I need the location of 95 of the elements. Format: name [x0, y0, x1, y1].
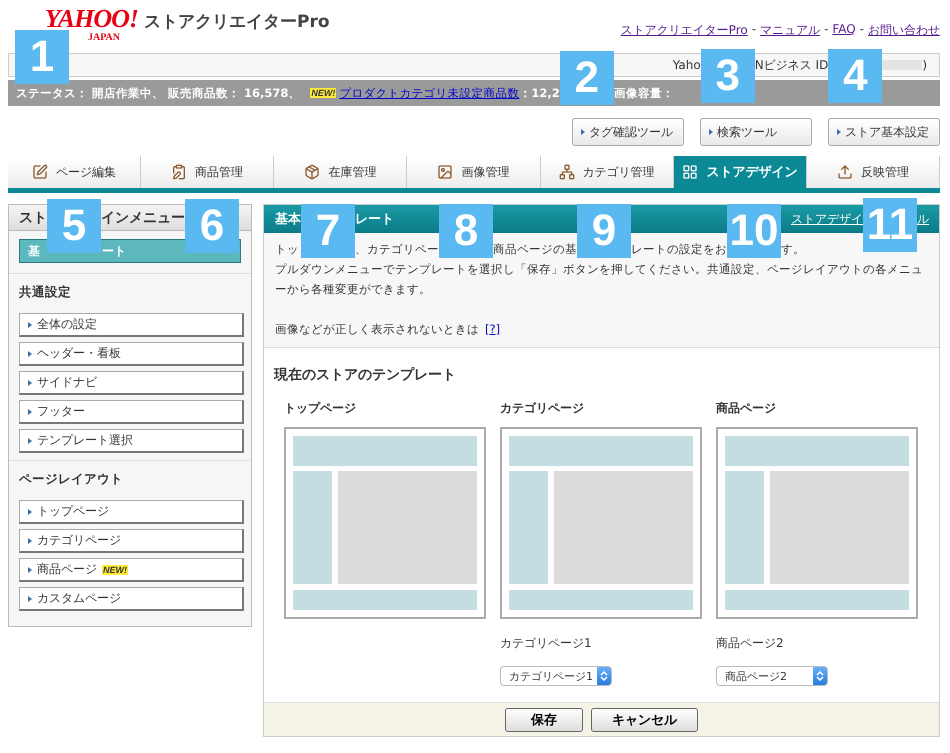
tool-button[interactable]: 検索ツール: [700, 118, 812, 146]
sidebar-item[interactable]: カテゴリページ: [19, 529, 244, 553]
link-separator: -: [752, 22, 756, 38]
nav-tab[interactable]: カテゴリ管理: [540, 156, 674, 188]
blurred-id: [882, 60, 922, 70]
sidebar-item[interactable]: トップページ: [19, 500, 244, 524]
header-link[interactable]: FAQ: [832, 22, 856, 39]
callout-number: 8: [439, 204, 493, 258]
intro-text: レートの設定をお: [631, 241, 727, 258]
triangle-icon: [28, 538, 32, 544]
header-link[interactable]: マニュアル: [760, 22, 820, 39]
account-text: Yaho: [672, 58, 701, 72]
callout-number: 11: [863, 198, 917, 252]
sidebar-item[interactable]: カスタムページ: [19, 587, 244, 611]
callout-number: 9: [577, 204, 631, 258]
triangle-icon: [28, 566, 32, 572]
nav-tab[interactable]: ストアデザイン: [674, 156, 807, 188]
template-label: 商品ページ: [716, 400, 777, 417]
header-link[interactable]: お問い合わせ: [868, 22, 940, 39]
triangle-icon: [28, 350, 32, 356]
nav-tab[interactable]: 在庫管理: [274, 156, 408, 188]
manual-link[interactable]: ル: [917, 210, 929, 228]
tool-button[interactable]: ストア基本設定: [828, 118, 940, 146]
manual-link[interactable]: ストアデザイ: [791, 210, 863, 228]
account-text: ): [922, 58, 927, 72]
tab-icon: [171, 164, 188, 180]
status-link[interactable]: プロダクトカテゴリ未設定商品数: [339, 86, 520, 100]
sidebar-title: インメニュー: [101, 208, 185, 226]
triangle-icon: [28, 438, 32, 444]
intro-text: トッ: [275, 241, 300, 258]
intro-text: 、カテゴリペー: [355, 241, 439, 258]
panel-title: 基本: [275, 211, 301, 228]
form-button[interactable]: 保存: [505, 708, 583, 732]
tab-icon: [682, 164, 698, 180]
help-link[interactable]: [?]: [485, 319, 500, 339]
section-heading: 現在のストアのテンプレート: [274, 366, 457, 384]
current-template: カテゴリページ1: [500, 635, 593, 652]
select-caret-icon: [813, 667, 827, 685]
template-select[interactable]: 商品ページ2: [716, 666, 828, 686]
intro-text: 商品ページの基: [493, 241, 577, 258]
callout-number: 10: [727, 204, 781, 258]
app-title: ストアクリエイターPro: [144, 11, 331, 33]
callout-number: 6: [185, 199, 239, 253]
header-link[interactable]: ストアクリエイターPro: [620, 22, 748, 39]
instructions-text: プルダウンメニューでテンプレートを選択し「保存」ボタンを押してください。共通設定、ページレイアウトの各メニューから各種変更ができます。: [275, 261, 924, 298]
triangle-icon: [837, 129, 841, 135]
sidebar-item[interactable]: 商品ページ NEW!: [19, 558, 244, 582]
callout-number: 4: [828, 49, 882, 103]
panel-title: レート: [355, 211, 395, 228]
select-caret-icon: [597, 667, 611, 685]
triangle-icon: [28, 508, 32, 514]
triangle-icon: [28, 380, 32, 386]
form-button[interactable]: キャンセル: [591, 708, 698, 732]
nav-tab[interactable]: 画像管理: [407, 156, 541, 188]
help-text: 画像などが正しく表示されないときは: [275, 321, 479, 338]
triangle-icon: [28, 408, 32, 414]
tab-icon: [558, 164, 575, 180]
callout-number: 7: [301, 204, 355, 258]
triangle-icon: [709, 129, 713, 135]
status-text: 画像容量：: [614, 86, 674, 100]
section-title: 共通設定: [19, 284, 72, 301]
tab-icon: [32, 164, 48, 180]
triangle-icon: [28, 322, 32, 328]
sidebar-item[interactable]: テンプレート選択: [19, 429, 244, 453]
intro-text: す。: [781, 241, 806, 258]
template-label: カテゴリページ: [500, 400, 585, 417]
sidebar-item[interactable]: ヘッダー・看板: [19, 342, 244, 366]
triangle-icon: [28, 596, 32, 602]
sidebar-item[interactable]: フッター: [19, 400, 244, 424]
tab-icon: [836, 164, 853, 180]
callout-number: 2: [560, 51, 614, 105]
nav-tab[interactable]: 商品管理: [141, 156, 274, 188]
tool-button[interactable]: タグ確認ツール: [572, 118, 684, 146]
sidebar-item[interactable]: 全体の設定: [19, 313, 244, 337]
template-select[interactable]: カテゴリページ1: [500, 666, 612, 686]
template-label: トップページ: [284, 400, 357, 417]
link-separator: -: [860, 22, 864, 38]
status-count: ：12,2: [519, 86, 560, 100]
callout-number: 3: [700, 49, 755, 103]
tab-icon: [437, 164, 454, 180]
nav-tab[interactable]: 反映管理: [806, 156, 940, 188]
new-badge: NEW!: [310, 88, 336, 98]
callout-number: 1: [15, 30, 69, 84]
current-template: 商品ページ2: [716, 635, 785, 652]
nav-tab[interactable]: ページ編集: [8, 156, 142, 188]
new-badge: NEW!: [102, 564, 128, 574]
link-separator: -: [824, 22, 828, 38]
status-text: ステータス： 開店作業中、 販売商品数： 16,578、: [16, 86, 300, 100]
callout-number: 5: [47, 199, 101, 253]
tab-icon: [304, 164, 320, 180]
triangle-icon: [581, 129, 585, 135]
section-title: ページレイアウト: [19, 471, 124, 488]
account-text: Nビジネス ID: [754, 56, 828, 74]
sidebar-item[interactable]: サイドナビ: [19, 371, 244, 395]
sidebar-title: スト: [19, 208, 47, 226]
